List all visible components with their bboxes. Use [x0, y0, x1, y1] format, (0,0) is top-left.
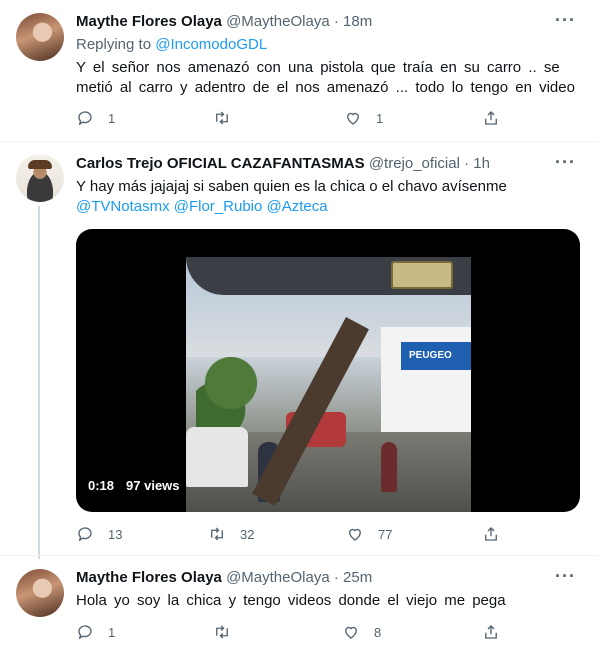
more-icon[interactable]: ···: [555, 10, 576, 31]
video-car-white: [186, 427, 248, 487]
video-views: 97 views: [126, 478, 180, 493]
reply-button[interactable]: 13: [76, 525, 122, 543]
share-button[interactable]: [482, 623, 514, 641]
like-button[interactable]: 77: [346, 525, 392, 543]
replying-to: Replying to @IncomodoGDL: [76, 35, 267, 55]
tweet-actions: 13 32 77: [76, 525, 516, 545]
avatar[interactable]: [16, 569, 64, 617]
author-handle[interactable]: @MaytheOlaya: [226, 13, 330, 30]
retweet-icon: [211, 527, 223, 541]
no-parking-sign-icon: [391, 261, 453, 289]
like-icon: [349, 528, 361, 541]
reply-icon: [78, 111, 92, 126]
tweet-actions: 1 1: [76, 109, 516, 129]
retweet-button[interactable]: 32: [208, 525, 254, 543]
retweet-button[interactable]: [213, 623, 245, 641]
retweet-count: 32: [240, 526, 255, 542]
tweet-3[interactable]: Maythe Flores Olaya @MaytheOlaya · 25m ·…: [0, 556, 598, 645]
reply-button[interactable]: 1: [76, 623, 115, 641]
tweet-header: Carlos Trejo OFICIAL CAZAFANTASMAS @trej…: [76, 154, 490, 174]
thread-line: [38, 206, 40, 559]
author-name[interactable]: Maythe Flores Olaya: [76, 13, 222, 30]
like-count: 8: [374, 624, 382, 640]
reply-icon: [78, 527, 92, 542]
reply-count: 13: [108, 526, 123, 542]
author-handle[interactable]: @trejo_oficial: [369, 155, 460, 172]
like-icon: [345, 626, 357, 639]
tweet-header: Maythe Flores Olaya @MaytheOlaya · 18m: [76, 12, 372, 32]
reply-count: 1: [108, 624, 116, 640]
like-count: 77: [378, 526, 393, 542]
avatar[interactable]: [16, 154, 64, 202]
replying-prefix: Replying to: [76, 36, 156, 53]
video-storefront-sign: PEUGEO: [401, 342, 471, 370]
tweet-header: Maythe Flores Olaya @MaytheOlaya · 25m: [76, 568, 372, 588]
tweet-time[interactable]: · 1h: [464, 155, 490, 172]
share-icon: [485, 111, 497, 125]
video-duration: 0:18: [88, 478, 115, 493]
like-button[interactable]: 1: [344, 109, 383, 127]
like-button[interactable]: 8: [342, 623, 381, 641]
replying-to-link[interactable]: @IncomodoGDL: [155, 36, 267, 53]
tweet-time[interactable]: · 25m: [334, 569, 372, 586]
video-person: [381, 442, 397, 492]
tweet-actions: 1 8: [76, 623, 516, 643]
share-button[interactable]: [482, 109, 514, 127]
reply-icon: [78, 625, 92, 640]
retweet-icon: [216, 111, 228, 125]
share-button[interactable]: [482, 525, 514, 543]
author-handle[interactable]: @MaytheOlaya: [226, 569, 330, 586]
retweet-button[interactable]: [213, 109, 245, 127]
tweet-text: Hola yo soy la chica y tengo videos dond…: [76, 592, 506, 609]
more-icon[interactable]: ···: [555, 566, 576, 587]
reply-button[interactable]: 1: [76, 109, 115, 127]
video-frame[interactable]: PEUGEO: [186, 257, 471, 512]
tweet-text: Y hay más jajajaj si saben quien es la c…: [76, 177, 576, 217]
like-count: 1: [376, 110, 384, 126]
tweet-1[interactable]: Maythe Flores Olaya @MaytheOlaya · 18m ·…: [0, 0, 598, 141]
retweet-icon: [216, 625, 228, 639]
like-icon: [347, 112, 359, 125]
share-icon: [485, 625, 497, 639]
video-badge: 0:18 97 views: [88, 478, 180, 493]
tweet-time[interactable]: · 18m: [334, 13, 372, 30]
tweet-mentions[interactable]: @TVNotasmx @Flor_Rubio @Azteca: [76, 198, 328, 215]
share-icon: [485, 527, 497, 541]
reply-count: 1: [108, 110, 116, 126]
more-icon[interactable]: ···: [555, 152, 576, 173]
tweet-text-body: Y hay más jajajaj si saben quien es la c…: [76, 178, 507, 195]
avatar[interactable]: [16, 13, 64, 61]
author-name[interactable]: Maythe Flores Olaya: [76, 569, 222, 586]
tweet-text: Y el señor nos amenazó con una pistola q…: [76, 59, 575, 96]
author-name[interactable]: Carlos Trejo OFICIAL CAZAFANTASMAS: [76, 155, 365, 172]
video-trees: [196, 347, 266, 437]
video-player[interactable]: PEUGEO 0:18 97 views: [76, 229, 580, 512]
